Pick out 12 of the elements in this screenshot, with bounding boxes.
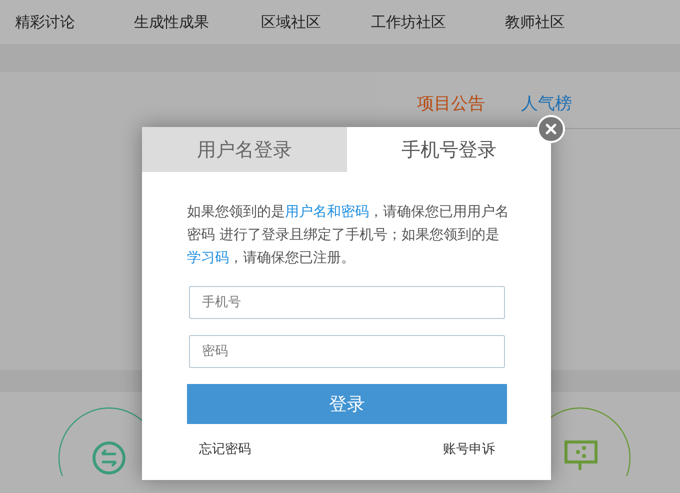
text-link[interactable]: 账号申诉 (443, 440, 495, 458)
login-tab[interactable]: 用户名登录 (142, 127, 346, 172)
input-field[interactable]: 手机号 (189, 286, 505, 319)
login-notice: 如果您领到的是用户名和密码，请确保您已用用户名密码 进行了登录且绑定了手机号；如果您领到的是 学习码，请确保您已注册。 (187, 203, 509, 268)
input-field[interactable]: 密码 (189, 335, 505, 368)
nav-link[interactable]: 教师社区 (505, 12, 565, 32)
text-link[interactable]: 忘记密码 (199, 440, 251, 458)
nav-link[interactable]: 工作坊社区 (371, 12, 446, 32)
nav-link[interactable]: 生成性成果 (134, 12, 209, 32)
nav-link[interactable]: 精彩讨论 (15, 12, 75, 32)
login-tab[interactable]: 手机号登录 (346, 127, 551, 172)
nav-link[interactable]: 区域社区 (261, 12, 321, 32)
